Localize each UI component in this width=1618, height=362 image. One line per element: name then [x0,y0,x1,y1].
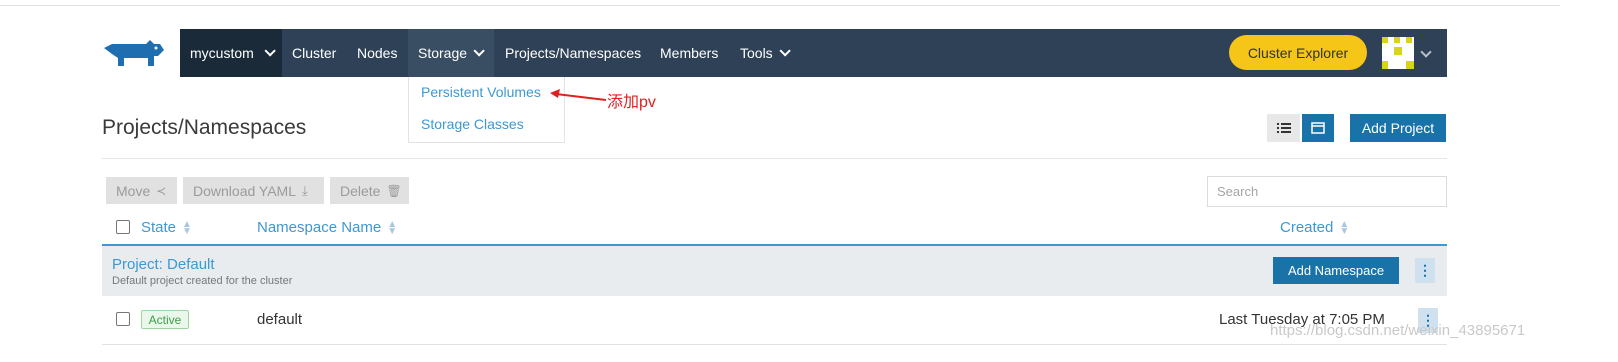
avatar-icon[interactable] [1382,37,1414,69]
watermark: https://blog.csdn.net/weixin_43895671 [1270,322,1526,339]
folder-icon [1311,122,1325,134]
cluster-selector[interactable]: mycustom [180,29,282,77]
add-namespace-button[interactable]: Add Namespace [1273,257,1399,284]
delete-button[interactable]: Delete 🗑 [330,177,409,204]
project-group-row [102,246,1447,296]
trash-icon: 🗑 [386,183,402,198]
group-view-toggle[interactable] [1302,114,1334,142]
page-title: Projects/Namespaces [102,116,307,139]
add-project-button[interactable]: Add Project [1350,114,1446,142]
storage-dropdown-menu: Persistent Volumes Storage Classes [408,77,565,143]
project-group-title[interactable]: Project: Default [112,256,215,273]
nav-members[interactable]: Members [660,29,718,77]
chevron-down-icon [473,45,485,57]
namespace-name: default [257,311,303,328]
chevron-down-icon [264,45,276,57]
list-view-toggle[interactable] [1267,114,1300,142]
header-divider [102,158,1447,159]
column-header-namespace-name[interactable]: Namespace Name ▲ ▼ [257,219,397,236]
search-input[interactable] [1207,176,1447,207]
status-badge: Active [141,310,189,329]
download-yaml-button[interactable]: Download YAML ⤓ [183,177,324,204]
cluster-name: mycustom [190,45,254,61]
nav-storage[interactable]: Storage [408,29,494,77]
nav-nodes[interactable]: Nodes [357,29,397,77]
annotation-arrow-icon [550,89,607,101]
list-icon [1276,123,1291,133]
cow-logo-icon[interactable] [102,36,168,72]
table-row-divider [102,344,1447,345]
move-button[interactable]: Move ≺ [106,177,177,204]
download-icon: ⤓ [301,182,308,198]
nav-tools[interactable]: Tools [740,29,791,77]
project-actions-menu-icon[interactable]: ⋮ [1415,258,1435,283]
nav-projects-namespaces[interactable]: Projects/Namespaces [505,29,641,77]
top-border [0,0,1560,6]
select-all-checkbox[interactable] [116,220,130,234]
project-group-description: Default project created for the cluster [112,275,293,287]
sort-icon: ▲ ▼ [182,218,192,237]
sort-icon: ▲ ▼ [387,218,398,237]
menu-item-storage-classes[interactable]: Storage Classes [421,116,524,132]
column-header-state[interactable]: State ▲ ▼ [141,219,192,236]
menu-item-persistent-volumes[interactable]: Persistent Volumes [421,84,541,100]
share-icon: ≺ [156,183,167,198]
column-header-created[interactable]: Created ▲ ▼ [1280,219,1349,236]
row-checkbox[interactable] [116,312,130,326]
nav-cluster[interactable]: Cluster [292,29,336,77]
sort-icon: ▲ ▼ [1339,218,1350,237]
cluster-explorer-button[interactable]: Cluster Explorer [1229,35,1367,70]
annotation-text: 添加pv [607,94,656,111]
